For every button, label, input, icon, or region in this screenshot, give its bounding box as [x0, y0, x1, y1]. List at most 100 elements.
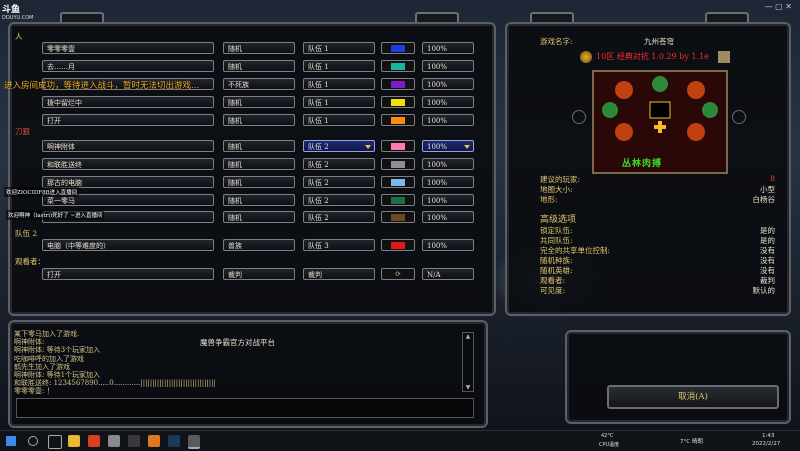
info-key: 地形: — [540, 195, 558, 204]
cancel-button[interactable]: 取消(A) — [607, 385, 779, 409]
chat-message: 零零零壹: ！ — [14, 387, 54, 396]
player-slot-handicap[interactable]: 100% — [422, 239, 474, 251]
player-slot-team[interactable]: 队伍 1 — [303, 60, 375, 72]
player-slot-race[interactable]: 随机 — [223, 176, 295, 188]
scroll-down-icon[interactable]: ▼ — [463, 384, 473, 391]
warcraft-icon[interactable] — [188, 435, 200, 449]
chevron-down-icon — [365, 145, 371, 149]
player-slot-team[interactable]: 队伍 1 — [303, 42, 375, 54]
color-swatch — [391, 161, 405, 168]
player-slot-handicap[interactable]: 100% — [422, 158, 474, 170]
douyu-url: DOUYU.COM — [2, 15, 34, 21]
app-icon[interactable] — [88, 435, 100, 447]
player-slot-team[interactable]: 队伍 2 — [303, 140, 375, 152]
player-slot-color[interactable] — [381, 194, 415, 206]
player-slot-race[interactable]: 随机 — [223, 158, 295, 170]
search-icon[interactable] — [28, 436, 38, 446]
player-slot-team[interactable]: 队伍 2 — [303, 158, 375, 170]
color-swatch — [391, 197, 405, 204]
chat-scrollbar[interactable]: ▲ ▼ — [462, 332, 474, 392]
player-slot-race[interactable]: 随机 — [223, 194, 295, 206]
app-icon[interactable] — [148, 435, 160, 447]
player-slot-color[interactable] — [381, 96, 415, 108]
player-slot-handicap[interactable]: 100% — [422, 140, 474, 152]
player-slot-color[interactable] — [381, 60, 415, 72]
player-slot-color[interactable] — [381, 158, 415, 170]
advanced-option-row: 锁定队伍: 是的 — [540, 225, 775, 235]
player-slot-color[interactable] — [381, 114, 415, 126]
player-slot-team[interactable]: 队伍 1 — [303, 114, 375, 126]
advanced-option-row: 可见度: 默认的 — [540, 285, 775, 295]
player-slot-name[interactable]: 打开 — [42, 114, 214, 126]
player-slot-name[interactable]: 零零零壹 — [42, 42, 214, 54]
player-slot-color[interactable] — [381, 78, 415, 90]
observer-slot-team[interactable]: 裁判 — [303, 268, 375, 280]
cpu-temp: 42°C — [601, 433, 614, 439]
clock-date[interactable]: 2022/2/27 — [752, 441, 780, 447]
player-slot-handicap[interactable]: 100% — [422, 60, 474, 72]
player-slot-handicap[interactable]: 100% — [422, 42, 474, 54]
option-key: 可见度: — [540, 286, 566, 295]
player-slot-handicap[interactable]: 100% — [422, 114, 474, 126]
player-slot-race[interactable]: 兽族 — [223, 239, 295, 251]
player-slot-name[interactable]: 和联胜送终 — [42, 158, 214, 170]
player-slot-handicap[interactable]: 100% — [422, 78, 474, 90]
player-slot-color[interactable] — [381, 176, 415, 188]
observer-slot-name[interactable]: 打开 — [42, 268, 214, 280]
observer-slot-race[interactable]: 裁判 — [223, 268, 295, 280]
color-swatch — [391, 45, 405, 52]
app-icon[interactable] — [108, 435, 120, 447]
map-scroll-left[interactable] — [572, 110, 586, 124]
player-slot-team[interactable]: 队伍 2 — [303, 194, 375, 206]
app-icon[interactable] — [128, 435, 140, 447]
map-title-right-icon — [718, 51, 730, 63]
window-controls[interactable]: — ▢ ✕ — [765, 2, 792, 11]
observer-slot-handicap[interactable]: N/A — [422, 268, 474, 280]
douyu-logo: 斗鱼 — [2, 5, 21, 15]
douyu-watermark: 斗鱼 DOUYU.COM — [2, 2, 48, 22]
player-slot-race[interactable]: 随机 — [223, 60, 295, 72]
player-slot-handicap[interactable]: 100% — [422, 194, 474, 206]
player-slot-team[interactable]: 队伍 1 — [303, 78, 375, 90]
player-slot-race[interactable]: 随机 — [223, 140, 295, 152]
player-slot-color[interactable] — [381, 42, 415, 54]
taskview-icon[interactable] — [48, 435, 62, 449]
player-slot-team[interactable]: 队伍 1 — [303, 96, 375, 108]
player-slot-handicap[interactable]: 100% — [422, 176, 474, 188]
observer-slot-icon: ⟳ — [381, 268, 415, 280]
clock-time[interactable]: 1:43 — [762, 433, 774, 439]
player-slot-team[interactable]: 队伍 2 — [303, 176, 375, 188]
player-slot-name[interactable]: 电脑（中等难度的） — [42, 239, 214, 251]
color-swatch — [391, 242, 405, 249]
player-slot-name[interactable]: 拨中留烂中 — [42, 96, 214, 108]
scroll-up-icon[interactable]: ▲ — [463, 333, 473, 340]
map-caption: 丛林肉搏 — [622, 159, 663, 169]
steam-icon[interactable] — [168, 435, 180, 447]
player-slot-color[interactable] — [381, 211, 415, 223]
game-name-value: 九州苍穹 — [644, 37, 674, 46]
player-slot-name[interactable]: 啊神附体 — [42, 140, 214, 152]
map-title: 10区 经典对抗 1.0.29 by 1.1e — [596, 52, 709, 61]
player-slot-race[interactable]: 随机 — [223, 211, 295, 223]
player-slot-race[interactable]: 不死族 — [223, 78, 295, 90]
advanced-title: 高级选项 — [540, 215, 577, 225]
chevron-down-icon — [464, 145, 470, 149]
player-slot-color[interactable] — [381, 140, 415, 152]
player-slot-race[interactable]: 随机 — [223, 96, 295, 108]
player-slot-name[interactable]: 去……月 — [42, 60, 214, 72]
player-slot-team[interactable]: 队伍 3 — [303, 239, 375, 251]
advanced-option-row: 随机英雄: 没有 — [540, 265, 775, 275]
team3-label: 队伍 2 — [15, 229, 38, 238]
player-slot-race[interactable]: 随机 — [223, 114, 295, 126]
explorer-icon[interactable] — [68, 435, 80, 447]
player-slot-team[interactable]: 队伍 2 — [303, 211, 375, 223]
player-slot-color[interactable] — [381, 239, 415, 251]
player-slot-handicap[interactable]: 100% — [422, 211, 474, 223]
weather[interactable]: 7°C 晴朗 — [680, 437, 703, 445]
player-slot-handicap[interactable]: 100% — [422, 96, 474, 108]
start-icon[interactable] — [6, 436, 16, 446]
map-info-row: 建议的玩家: 8 — [540, 174, 775, 184]
player-slot-race[interactable]: 随机 — [223, 42, 295, 54]
map-scroll-right[interactable] — [732, 110, 746, 124]
chat-input[interactable] — [16, 398, 474, 418]
